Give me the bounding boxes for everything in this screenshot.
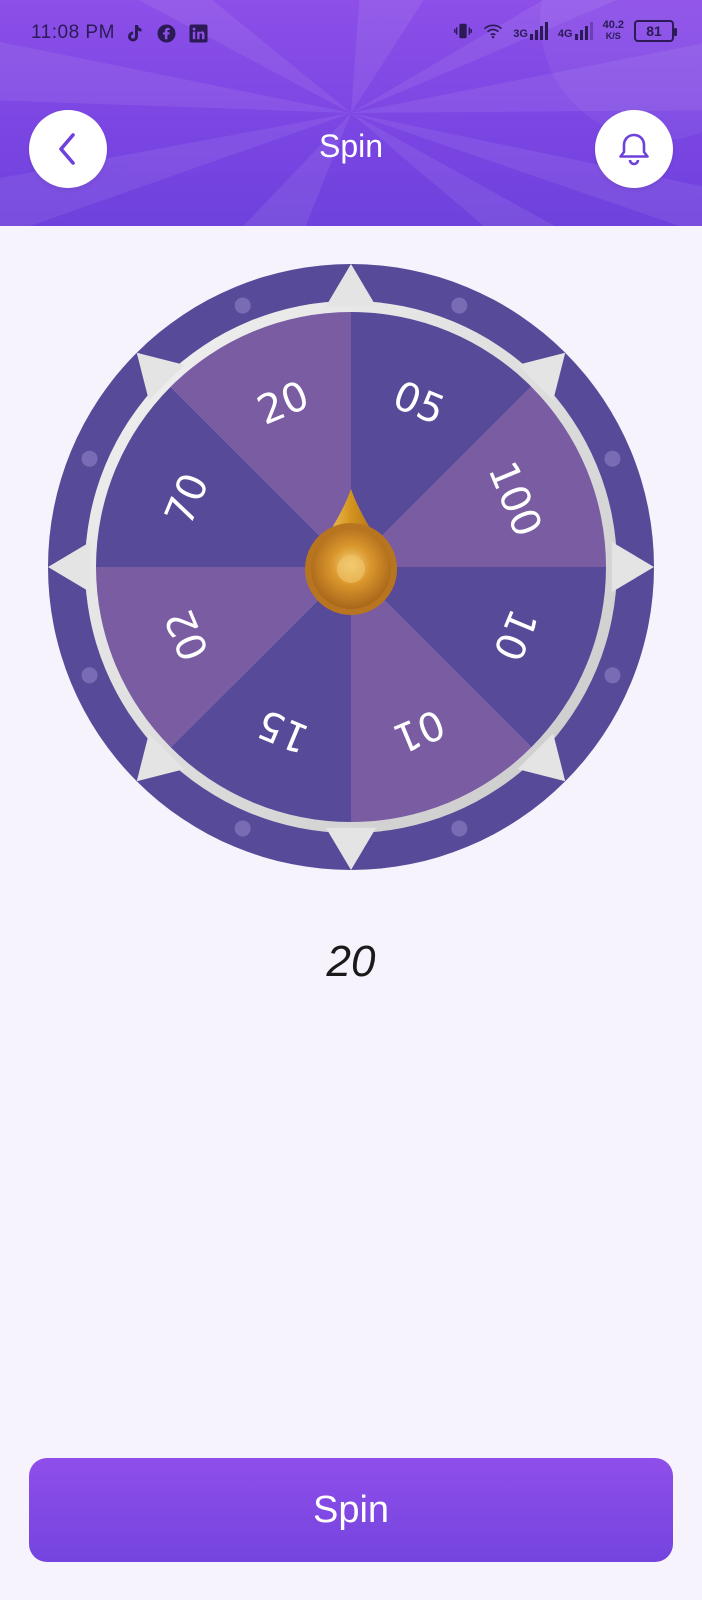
rim-dot xyxy=(81,667,98,684)
speed-unit: K/S xyxy=(605,31,621,41)
spin-wheel[interactable]: 05 100 10 01 15 02 70 20 xyxy=(48,264,654,870)
knob-highlight xyxy=(337,555,365,583)
signal-3g-icon: 3G xyxy=(513,22,548,40)
rim-dot xyxy=(451,297,468,314)
spin-result-value: 20 xyxy=(326,937,376,986)
speed-value: 40.2 xyxy=(602,19,624,31)
signal-4g-icon: 4G xyxy=(558,22,593,40)
bell-icon xyxy=(619,133,649,166)
wifi-icon xyxy=(483,21,503,41)
linkedin-icon xyxy=(188,23,208,43)
rim-dot xyxy=(234,820,251,837)
network-2-label: 4G xyxy=(557,28,573,40)
status-right-icons: 3G 4G 40.2 K/S 81 xyxy=(453,20,677,42)
battery-level: 81 xyxy=(646,23,662,39)
status-time: 11:08 PM xyxy=(31,22,115,43)
network-1-label: 3G xyxy=(513,28,528,40)
rim-dot xyxy=(604,667,621,684)
rim-dot xyxy=(604,450,621,467)
battery-indicator: 81 xyxy=(634,20,677,42)
header: 11:08 PM 3G 4G 40.2 K/S 81 Spin xyxy=(0,0,702,226)
wheel-graphic: 05100100115027020 xyxy=(48,264,654,870)
tiktok-icon xyxy=(124,23,144,43)
status-left-icons xyxy=(124,23,208,43)
notifications-button[interactable] xyxy=(595,110,673,188)
facebook-icon xyxy=(156,23,176,43)
network-speed: 40.2 K/S xyxy=(603,20,624,42)
spin-screen: 11:08 PM 3G 4G 40.2 K/S 81 Spin 05 100 1… xyxy=(0,0,702,1600)
spin-button[interactable]: Spin xyxy=(29,1458,673,1562)
rim-dot xyxy=(234,297,251,314)
vibrate-icon xyxy=(453,21,473,41)
status-bar: 11:08 PM 3G 4G 40.2 K/S 81 xyxy=(0,0,702,68)
rim-dot xyxy=(81,450,98,467)
rim-dot xyxy=(451,820,468,837)
